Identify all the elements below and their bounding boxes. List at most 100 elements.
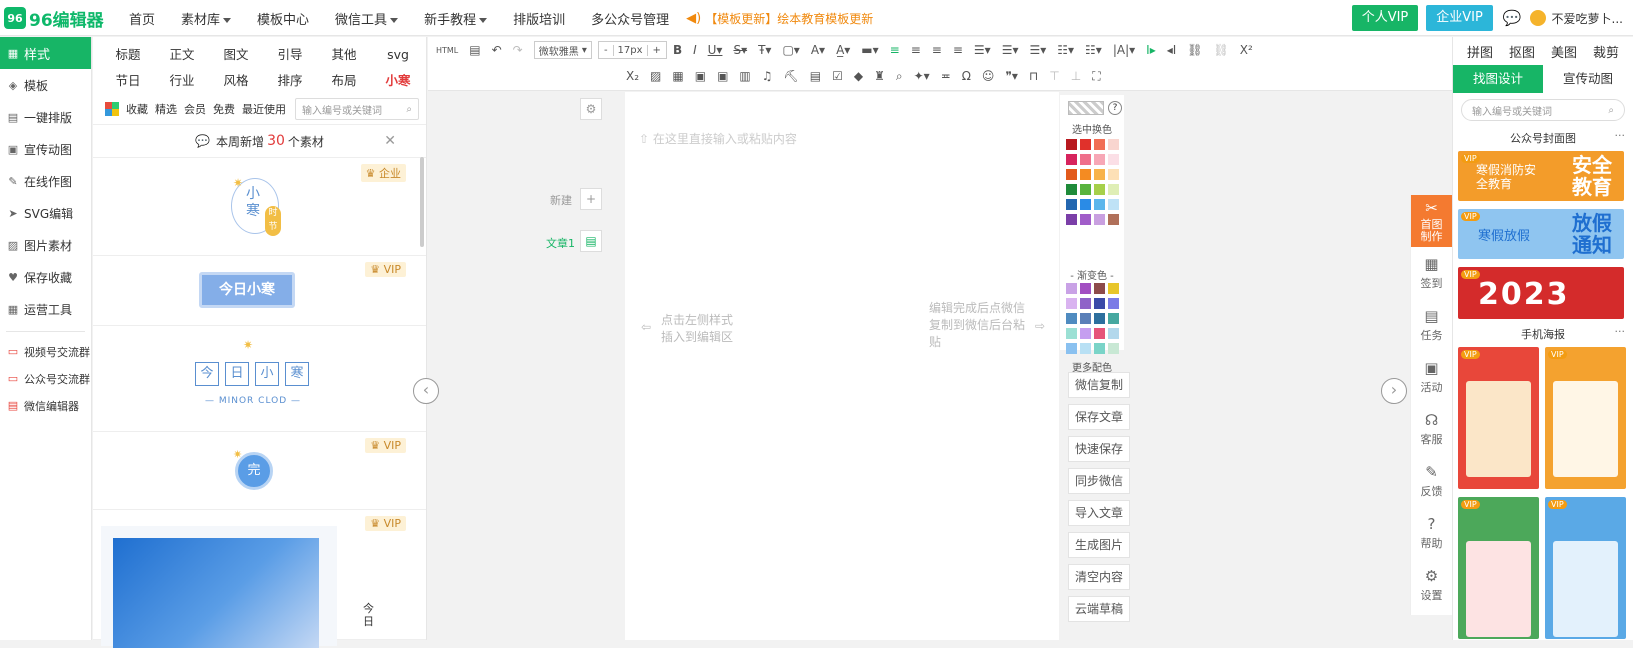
category-guide[interactable]: 引导 xyxy=(263,42,317,68)
indent-icon[interactable]: ☰▾ xyxy=(974,43,991,57)
color-swatch[interactable] xyxy=(1094,313,1105,324)
color-swatch[interactable] xyxy=(1108,343,1119,354)
sidebar-item-svg[interactable]: ➤ SVG编辑 xyxy=(0,197,91,229)
color-swatch[interactable] xyxy=(1080,298,1091,309)
article-tab-label[interactable]: 文章1 xyxy=(546,235,575,251)
toggle-icon[interactable]: ⊓ xyxy=(1029,69,1038,83)
nav-wechat-tools[interactable]: 微信工具 xyxy=(322,9,411,28)
poster-thumb[interactable]: VIP xyxy=(1545,497,1626,639)
color-swatch[interactable] xyxy=(1080,139,1091,150)
color-swatch[interactable] xyxy=(1080,313,1091,324)
color-swatch[interactable] xyxy=(1066,169,1077,180)
category-layout[interactable]: 布局 xyxy=(317,68,371,94)
sidebar-item-autoformat[interactable]: ▤ 一键排版 xyxy=(0,101,91,133)
format-brush-icon[interactable]: ◆ xyxy=(854,69,863,83)
align-justify-icon[interactable]: ≡ xyxy=(953,43,963,57)
strip-activities[interactable]: ▣ 活动 xyxy=(1411,351,1452,403)
category-industry[interactable]: 行业 xyxy=(155,68,209,94)
ordered-list-icon[interactable]: ☷▾ xyxy=(1085,43,1102,57)
cover-thumb[interactable]: VIP 寒假放假 放假通知 xyxy=(1458,209,1624,259)
text-direction-icon[interactable]: ◂I xyxy=(1167,43,1177,57)
sync-wechat-button[interactable]: 同步微信 xyxy=(1068,468,1130,494)
more-icon[interactable]: ··· xyxy=(1615,320,1626,344)
color-swatch[interactable] xyxy=(1108,169,1119,180)
pin-top-icon[interactable]: ⊤ xyxy=(1049,69,1059,83)
cover-thumb[interactable]: VIP 2023 xyxy=(1458,267,1624,319)
color-swatch[interactable] xyxy=(1108,154,1119,165)
color-swatch[interactable] xyxy=(1094,154,1105,165)
new-article-label[interactable]: 新建 xyxy=(550,192,572,208)
undo-icon[interactable]: ↶ xyxy=(492,43,502,57)
strip-help[interactable]: ? 帮助 xyxy=(1411,507,1452,559)
color-swatch[interactable] xyxy=(1108,139,1119,150)
sidebar-item-styles[interactable]: ▦ 样式 xyxy=(0,37,91,69)
color-swatch[interactable] xyxy=(1080,214,1091,225)
sidebar-group-video[interactable]: ▭ 视频号交流群 xyxy=(0,338,91,365)
close-icon[interactable]: ✕ xyxy=(384,133,396,149)
category-xiaohan[interactable]: 小寒 xyxy=(371,68,425,94)
color-swatch[interactable] xyxy=(1094,139,1105,150)
strikethrough-icon[interactable]: S▾ xyxy=(733,43,747,57)
table-icon[interactable]: ▦ xyxy=(672,69,683,83)
color-swatch[interactable] xyxy=(1080,154,1091,165)
list-icon[interactable]: ☷▾ xyxy=(1057,43,1074,57)
search-icon[interactable]: ⌕ xyxy=(406,104,412,115)
color-swatch[interactable] xyxy=(1080,343,1091,354)
transparent-swatch[interactable] xyxy=(1068,101,1104,115)
color-swatch[interactable] xyxy=(1108,199,1119,210)
clear-format-icon[interactable]: ♜ xyxy=(874,69,885,83)
paste-icon[interactable]: ▤ xyxy=(810,69,821,83)
tab-crop[interactable]: 裁剪 xyxy=(1593,42,1619,61)
plus-button[interactable]: + xyxy=(646,44,666,56)
unlink-icon[interactable]: ⛓ xyxy=(1214,43,1229,57)
color-swatch[interactable] xyxy=(1094,169,1105,180)
italic-icon[interactable]: I xyxy=(693,43,697,57)
music-icon[interactable]: ♫ xyxy=(762,69,773,83)
selected-color-label[interactable]: 选中换色 xyxy=(1060,121,1124,136)
design-search-input[interactable]: 输入编号或关键词 ⌕ xyxy=(1461,99,1625,121)
color-swatch[interactable] xyxy=(1094,184,1105,195)
color-swatch[interactable] xyxy=(1108,328,1119,339)
tab-find-design[interactable]: 找图设计 xyxy=(1453,65,1543,93)
color-swatch[interactable] xyxy=(1066,214,1077,225)
sidebar-item-ops-tools[interactable]: ▦ 运营工具 xyxy=(0,293,91,325)
color-swatch[interactable] xyxy=(1094,214,1105,225)
color-swatch[interactable] xyxy=(1080,283,1091,294)
search-replace-icon[interactable]: ⌕ xyxy=(896,69,903,84)
sidebar-group-editor[interactable]: ▤ 微信编辑器 xyxy=(0,392,91,419)
nav-materials[interactable]: 素材库 xyxy=(168,9,244,28)
color-swatch[interactable] xyxy=(1094,298,1105,309)
color-swatch[interactable] xyxy=(1094,328,1105,339)
strip-feedback[interactable]: ✎ 反馈 xyxy=(1411,455,1452,507)
doc-icon[interactable]: ▤ xyxy=(469,43,480,57)
color-swatch[interactable] xyxy=(1108,184,1119,195)
font-color-icon[interactable]: A▾ xyxy=(811,43,825,57)
category-title[interactable]: 标题 xyxy=(101,42,155,68)
collapse-right-button[interactable]: › xyxy=(1381,378,1407,404)
template-item[interactable]: ♛ VIP 今日小寒 xyxy=(93,256,426,326)
filter-member[interactable]: 会员 xyxy=(184,101,206,117)
color-swatch[interactable] xyxy=(1080,169,1091,180)
color-swatch[interactable] xyxy=(1094,199,1105,210)
bold-icon[interactable]: B xyxy=(673,43,682,57)
map-icon[interactable]: ⛏ xyxy=(784,69,799,83)
pin-bottom-icon[interactable]: ⊥ xyxy=(1071,69,1081,83)
subscript-icon[interactable]: X₂ xyxy=(626,69,639,83)
color-swatch[interactable] xyxy=(1080,184,1091,195)
checkbox-icon[interactable]: ☑ xyxy=(832,69,843,83)
redo-icon[interactable]: ↷ xyxy=(513,43,523,57)
strip-checkin[interactable]: ▦ 签到 xyxy=(1411,247,1452,299)
category-sort[interactable]: 排序 xyxy=(263,68,317,94)
paragraph-spacing-icon[interactable]: ☰▾ xyxy=(1029,43,1046,57)
scrollbar[interactable] xyxy=(420,157,424,247)
strip-settings[interactable]: ⚙ 设置 xyxy=(1411,559,1452,611)
image-icon[interactable]: ▣ xyxy=(695,69,706,83)
document-icon[interactable]: ▤ xyxy=(580,230,602,252)
help-icon[interactable]: ? xyxy=(1108,101,1122,115)
text-style-icon[interactable]: Ŧ▾ xyxy=(758,43,771,57)
nav-training[interactable]: 排版培训 xyxy=(500,9,578,28)
color-swatch[interactable] xyxy=(1080,328,1091,339)
category-other[interactable]: 其他 xyxy=(317,42,371,68)
import-article-button[interactable]: 导入文章 xyxy=(1068,500,1130,526)
template-item[interactable]: ✷ 今 日 小 寒 — MINOR CLOD — xyxy=(93,326,426,432)
